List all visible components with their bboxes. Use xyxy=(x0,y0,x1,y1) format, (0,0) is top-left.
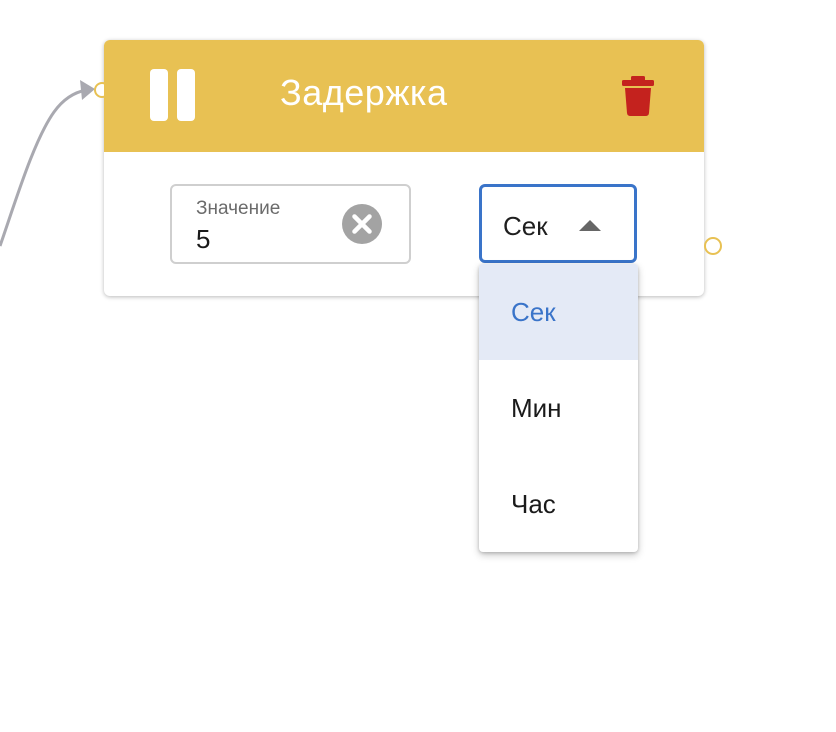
caret-up-icon xyxy=(579,220,601,231)
node-header: Задержка xyxy=(104,40,704,152)
clear-icon[interactable] xyxy=(342,204,382,244)
unit-dropdown-menu: Сек Мин Час xyxy=(479,264,638,552)
unit-select[interactable]: Сек xyxy=(479,184,637,263)
option-sec[interactable]: Сек xyxy=(479,264,638,360)
pause-icon[interactable] xyxy=(150,69,195,121)
trash-icon[interactable] xyxy=(622,76,654,116)
output-port[interactable] xyxy=(704,237,722,255)
unit-select-value: Сек xyxy=(503,211,548,241)
option-min[interactable]: Мин xyxy=(479,360,638,456)
option-hour[interactable]: Час xyxy=(479,456,638,552)
value-field-input[interactable]: 5 xyxy=(196,224,210,255)
connection-arrow-icon xyxy=(80,80,95,100)
flow-canvas[interactable]: Задержка Значение 5 Сек Сек Мин Час xyxy=(0,0,836,732)
value-field[interactable]: Значение 5 xyxy=(170,184,411,264)
value-field-label: Значение xyxy=(196,198,281,219)
delay-node[interactable]: Задержка Значение 5 Сек xyxy=(94,40,704,296)
node-title: Задержка xyxy=(280,72,448,113)
